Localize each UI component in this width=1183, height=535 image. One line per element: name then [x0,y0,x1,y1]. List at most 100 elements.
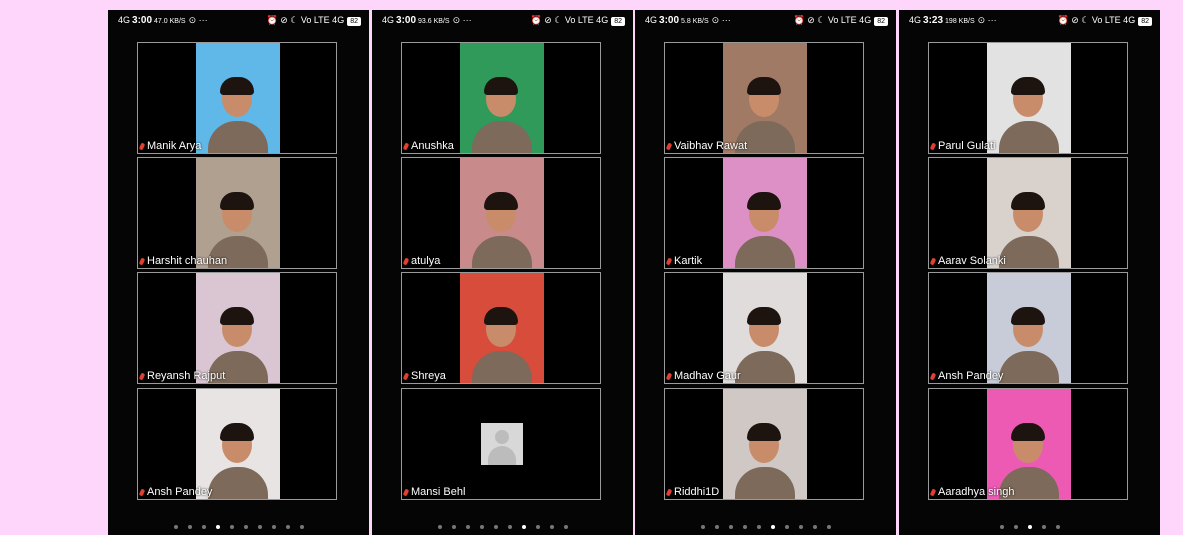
mic-muted-icon [138,142,146,151]
status-right: ⏰ ⊘ ☾ Vo LTE 4G 82 [267,15,361,26]
page-dot[interactable] [479,525,484,529]
participant-tile[interactable]: Anushka [401,42,601,154]
participant-video [987,273,1071,383]
battery-icon: 82 [874,17,888,26]
participant-tile[interactable]: atulya [401,157,601,269]
participant-name: Riddhi1D [674,486,720,498]
page-dot[interactable] [493,525,498,529]
page-dot[interactable] [437,525,442,529]
page-dot[interactable] [271,525,276,529]
participant-tile[interactable]: Vaibhav Rawat [664,42,864,154]
person-body [735,236,795,268]
participant-video [987,158,1071,268]
page-dot[interactable] [1041,525,1046,529]
page-dot[interactable] [285,525,290,529]
page-dot[interactable] [521,525,526,529]
page-dot[interactable] [535,525,540,529]
person-hair [1011,307,1045,325]
participant-video [196,389,280,499]
page-dot[interactable] [243,525,248,529]
participant-label: Madhav Gaur [665,370,741,382]
phone-screen: 4G 3:00 93.6 KB/S ⊙ ··· ⏰ ⊘ ☾ Vo LTE 4G 82 Anu… [372,10,633,535]
participant-name: Anushka [411,140,454,152]
participant-tile[interactable]: Shreya [401,272,601,384]
person-hair [484,192,518,210]
participant-tile[interactable]: Aaradhya singh [928,388,1128,500]
mic-muted-icon [402,257,410,266]
page-dot[interactable] [215,525,220,529]
mic-muted-icon [665,488,673,497]
person-body [208,121,268,153]
participant-video [196,43,280,153]
mic-muted-icon [665,142,673,151]
page-dot[interactable] [451,525,456,529]
person-body [999,121,1059,153]
page-dot[interactable] [563,525,568,529]
page-dot[interactable] [549,525,554,529]
page-dot[interactable] [1027,525,1032,529]
participant-name: Ansh Pandey [938,370,1004,382]
participant-video [723,389,807,499]
participant-name: Aaradhya singh [938,486,1015,498]
participant-name: Shreya [411,370,446,382]
status-right: ⏰ ⊘ ☾ Vo LTE 4G 82 [1058,15,1152,26]
participant-tile[interactable]: Kartik [664,157,864,269]
page-dot[interactable] [826,525,831,529]
page-dot[interactable] [700,525,705,529]
person-hair [1011,77,1045,95]
page-indicator[interactable] [372,516,633,534]
participant-tile[interactable]: Harshit chauhan [137,157,337,269]
person-hair [484,307,518,325]
person-hair [747,307,781,325]
participant-tile[interactable]: Ansh Pandey [137,388,337,500]
page-dot[interactable] [465,525,470,529]
default-avatar-icon [481,423,523,465]
mic-muted-icon [138,488,146,497]
person-body [735,467,795,499]
participant-name: Reyansh Rajput [147,370,226,382]
page-indicator[interactable] [108,516,369,534]
page-dot[interactable] [1013,525,1018,529]
battery-icon: 82 [1138,17,1152,26]
participant-video [460,43,544,153]
page-dot[interactable] [173,525,178,529]
participant-label: Anushka [402,140,454,152]
page-indicator[interactable] [635,516,896,534]
page-dot[interactable] [714,525,719,529]
page-dot[interactable] [728,525,733,529]
page-dot[interactable] [784,525,789,529]
page-dot[interactable] [201,525,206,529]
page-dot[interactable] [507,525,512,529]
network-indicator: 4G [382,15,395,25]
participant-tile[interactable]: Ansh Pandey [928,272,1128,384]
status-extra-icons: ⊙ ··· [977,15,997,25]
person-body [472,351,532,383]
participant-tile[interactable]: Mansi Behl [401,388,601,500]
participant-tile[interactable]: Parul Gulati [928,42,1128,154]
network-speed: 198 KB/S [945,18,975,25]
page-dot[interactable] [229,525,234,529]
participant-tile[interactable]: Reyansh Rajput [137,272,337,384]
participant-label: atulya [402,255,440,267]
page-dot[interactable] [742,525,747,529]
participant-tile[interactable]: Manik Arya [137,42,337,154]
person-hair [484,77,518,95]
page-dot[interactable] [257,525,262,529]
status-bar: 4G 3:00 93.6 KB/S ⊙ ··· ⏰ ⊘ ☾ Vo LTE 4G 82 [372,10,633,30]
participant-tile[interactable]: Riddhi1D [664,388,864,500]
page-dot[interactable] [999,525,1004,529]
participant-tile[interactable]: Aarav Solanki [928,157,1128,269]
page-dot[interactable] [798,525,803,529]
page-dot[interactable] [756,525,761,529]
page-indicator[interactable] [899,516,1160,534]
page-dot[interactable] [812,525,817,529]
participant-label: Vaibhav Rawat [665,140,748,152]
page-dot[interactable] [1055,525,1060,529]
page-dot[interactable] [187,525,192,529]
participant-name: Vaibhav Rawat [674,140,748,152]
page-dot[interactable] [299,525,304,529]
participant-label: Ansh Pandey [138,486,212,498]
participant-tile[interactable]: Madhav Gaur [664,272,864,384]
avatar-body [488,446,516,465]
page-dot[interactable] [770,525,775,529]
